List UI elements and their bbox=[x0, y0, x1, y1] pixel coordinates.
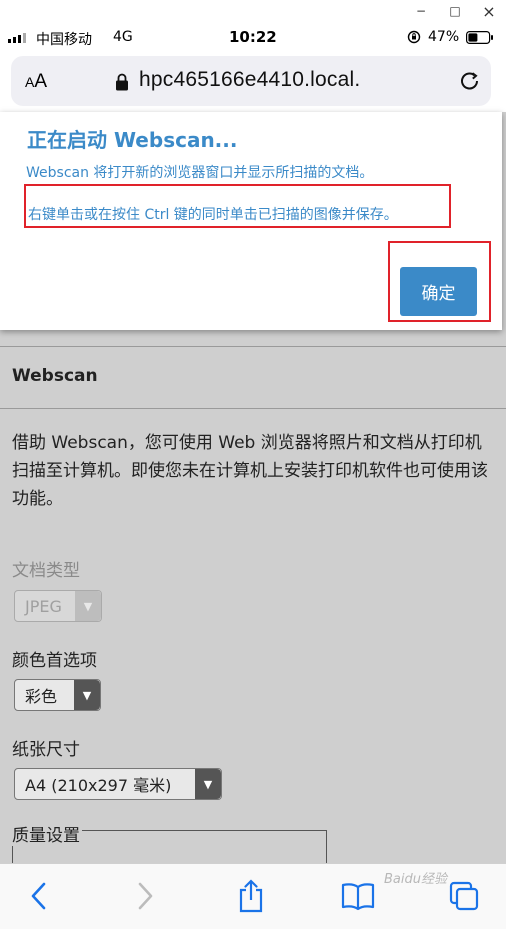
bookmarks-icon[interactable] bbox=[336, 874, 380, 918]
orientation-lock-icon bbox=[407, 30, 421, 44]
dialog-title: 正在启动 Webscan... bbox=[27, 128, 238, 152]
window-title-bar: − □ × bbox=[0, 0, 506, 22]
address-bar: AA hpc465166e4410.local. bbox=[0, 52, 506, 112]
ok-button[interactable]: 确定 bbox=[400, 267, 477, 316]
dialog-message-1: Webscan 将打开新的浏览器窗口并显示所扫描的文档。 bbox=[26, 165, 374, 181]
dialog-message-2: 右键单击或在按住 Ctrl 键的同时单击已扫描的图像并保存。 bbox=[28, 207, 398, 223]
text-size-button[interactable]: AA bbox=[25, 71, 47, 93]
battery-percent: 47% bbox=[428, 29, 460, 45]
paper-size-label: 纸张尺寸 bbox=[12, 740, 80, 760]
chevron-down-icon: ▼ bbox=[75, 591, 101, 621]
lock-icon bbox=[115, 73, 129, 91]
doc-type-select: JPEG ▼ bbox=[14, 590, 102, 622]
divider bbox=[0, 346, 506, 347]
share-icon[interactable] bbox=[229, 874, 273, 918]
carrier-name: 中国移动 bbox=[36, 32, 92, 48]
network-type: 4G bbox=[113, 29, 133, 45]
url-text: hpc465166e4410.local. bbox=[139, 68, 361, 91]
url-field[interactable]: AA hpc465166e4410.local. bbox=[11, 56, 491, 106]
chevron-down-icon: ▼ bbox=[195, 769, 221, 799]
quality-label: 质量设置 bbox=[12, 821, 82, 846]
screen: − □ × 中国移动 4G 10:22 47% AA hpc465166e441… bbox=[0, 0, 506, 929]
chevron-down-icon: ▼ bbox=[74, 680, 100, 710]
section-title: Webscan bbox=[12, 366, 98, 386]
color-select[interactable]: 彩色 ▼ bbox=[14, 679, 101, 711]
close-button[interactable]: × bbox=[472, 0, 506, 22]
clock: 10:22 bbox=[229, 28, 277, 46]
doc-type-label: 文档类型 bbox=[12, 561, 80, 581]
minimize-button[interactable]: − bbox=[404, 0, 438, 22]
forward-icon[interactable] bbox=[123, 874, 167, 918]
back-icon[interactable] bbox=[17, 874, 61, 918]
divider bbox=[0, 408, 506, 409]
watermark-text: Baidu经验 bbox=[384, 872, 447, 887]
maximize-button[interactable]: □ bbox=[438, 0, 472, 22]
webscan-dialog: 正在启动 Webscan... Webscan 将打开新的浏览器窗口并显示所扫描… bbox=[0, 112, 502, 330]
color-value: 彩色 bbox=[25, 687, 58, 706]
color-label: 颜色首选项 bbox=[12, 651, 97, 671]
paper-size-value: A4 (210x297 毫米) bbox=[25, 776, 172, 795]
status-bar: 中国移动 4G 10:22 47% bbox=[0, 22, 506, 52]
battery-icon bbox=[466, 31, 494, 45]
description-text: 借助 Webscan，您可使用 Web 浏览器将照片和文档从打印机扫描至计算机。… bbox=[12, 433, 488, 509]
doc-type-value: JPEG bbox=[25, 596, 62, 616]
paper-size-select[interactable]: A4 (210x297 毫米) ▼ bbox=[14, 768, 222, 800]
reload-icon[interactable] bbox=[457, 68, 483, 94]
tabs-icon[interactable] bbox=[442, 874, 486, 918]
signal-icon bbox=[8, 33, 26, 43]
